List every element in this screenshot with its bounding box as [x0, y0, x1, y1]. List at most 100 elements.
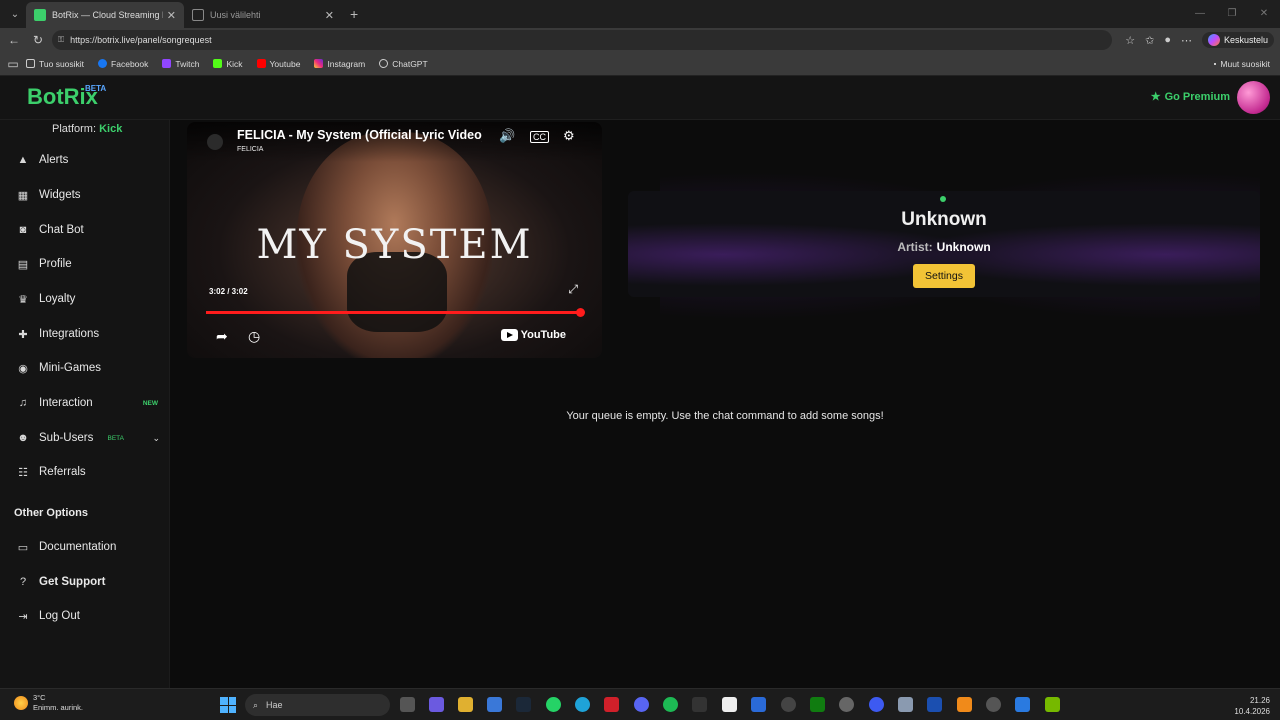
sidebar-item-widgets[interactable]: ▦ Widgets: [16, 185, 164, 205]
other-favorites[interactable]: Muut suosikit: [1214, 59, 1270, 69]
youtube-logo[interactable]: YouTube: [500, 329, 566, 341]
bookmark-facebook[interactable]: Facebook: [98, 59, 148, 69]
xbox-icon[interactable]: [810, 697, 825, 712]
clock-time: 21.26: [1249, 696, 1270, 705]
sidebar-toggle-icon[interactable]: ▭: [0, 57, 26, 71]
sidebar-item-alerts[interactable]: ▲ Alerts: [16, 150, 164, 170]
spotify-icon[interactable]: [663, 697, 678, 712]
sidebar-item-label: Widgets: [39, 189, 81, 201]
botrix-logo[interactable]: BotRix BETA: [27, 84, 106, 110]
notepad-icon[interactable]: [722, 697, 737, 712]
whatsapp-icon[interactable]: [546, 697, 561, 712]
favorites-icon[interactable]: ✩: [1145, 34, 1154, 47]
video-title[interactable]: FELICIA - My System (Official Lyric Vide…: [237, 128, 482, 142]
video-progress-bar[interactable]: [206, 308, 585, 317]
vlc-icon[interactable]: [957, 697, 972, 712]
captions-icon[interactable]: CC: [530, 131, 549, 143]
sidebar-item-integrations[interactable]: ✚ Integrations: [16, 324, 164, 344]
bookmark-label: Facebook: [111, 58, 149, 69]
sidebar-item-log-out[interactable]: ⇥ Log Out: [16, 606, 164, 626]
address-bar-row: ← ↻ ⚿ https://botrix.live/panel/songrequ…: [0, 28, 1280, 52]
bookmark-instagram[interactable]: Instagram: [314, 59, 365, 69]
restore-icon[interactable]: ❐: [1216, 0, 1248, 28]
sidebar-item-mini-games[interactable]: ◉ Mini-Games: [16, 358, 164, 378]
chevron-down-icon[interactable]: ⌄: [152, 433, 160, 444]
refresh-icon[interactable]: ↻: [26, 33, 50, 47]
window-app-icon[interactable]: [1015, 697, 1030, 712]
avatar[interactable]: [1237, 81, 1270, 114]
start-icon[interactable]: [220, 697, 236, 713]
now-playing-card: Unknown Artist: Unknown Settings: [628, 191, 1260, 297]
obs-icon[interactable]: [839, 697, 854, 712]
sidebar-item-referrals[interactable]: ☷ Referrals: [16, 462, 164, 482]
bookmark-import[interactable]: Tuo suosikit: [26, 59, 84, 69]
settings-button[interactable]: Settings: [913, 264, 975, 288]
grid-icon: ▦: [17, 189, 29, 202]
video-progress-knob[interactable]: [576, 308, 585, 317]
sidebar-item-interaction[interactable]: ♫ Interaction NEW: [16, 393, 164, 413]
help-icon: ?: [19, 576, 27, 588]
weather-widget[interactable]: 3°C Enimm. aurink.: [14, 693, 83, 713]
go-premium-button[interactable]: ★ Go Premium: [1151, 90, 1230, 104]
close-window-icon[interactable]: ✕: [1248, 0, 1280, 28]
sidebar-item-get-support[interactable]: ? Get Support: [16, 572, 164, 592]
app-l-icon[interactable]: [604, 697, 619, 712]
url-field[interactable]: ⚿ https://botrix.live/panel/songrequest: [52, 30, 1112, 50]
teams-icon[interactable]: [429, 697, 444, 712]
close-tab-icon[interactable]: ✕: [325, 9, 334, 22]
botrix-page: BotRix BETA ★ Go Premium Platform: Kick …: [0, 76, 1280, 688]
discord-icon[interactable]: [634, 697, 649, 712]
settings-gear-icon[interactable]: ⚙: [563, 128, 575, 144]
new-tab-icon[interactable]: +: [350, 6, 358, 22]
sidebar-item-chat-bot[interactable]: ◙ Chat Bot: [16, 220, 164, 240]
volume-icon[interactable]: 🔊: [499, 128, 515, 144]
more-icon[interactable]: ⋯: [1181, 34, 1192, 47]
file-explorer-icon[interactable]: [458, 697, 473, 712]
steelseries-icon[interactable]: [781, 697, 796, 712]
sidebar-item-label: Loyalty: [39, 293, 76, 305]
youtube-player[interactable]: FELICIA - My System (Official Lyric Vide…: [187, 122, 602, 358]
instagram-icon: [314, 59, 324, 68]
tab-botrix[interactable]: BotRix — Cloud Streaming Bot for ✕: [26, 2, 184, 28]
steam-icon[interactable]: [516, 697, 531, 712]
sidebar-item-sub-users[interactable]: ☻ Sub-Users BETA ⌄: [16, 428, 164, 448]
task-view-icon[interactable]: [400, 697, 415, 712]
window-controls: — ❐ ✕: [1184, 0, 1280, 28]
taskbar-search[interactable]: ⌕ Hae: [245, 694, 390, 716]
edge-icon[interactable]: [575, 697, 590, 712]
top-navbar: BotRix BETA ★ Go Premium: [0, 76, 1280, 120]
sidebar-item-profile[interactable]: ▤ Profile: [16, 254, 164, 274]
system-clock[interactable]: 21.26 10.4.2026: [1234, 695, 1270, 717]
botrix-favicon-icon: [34, 9, 46, 21]
sidebar-item-documentation[interactable]: ▭ Documentation: [16, 537, 164, 557]
fullscreen-icon[interactable]: ⤢: [568, 282, 578, 297]
app-notify-icon[interactable]: [986, 697, 1001, 712]
share-icon[interactable]: ➦: [216, 328, 228, 345]
channel-avatar[interactable]: [207, 134, 223, 150]
tab-new[interactable]: Uusi välilehti ✕: [184, 2, 342, 28]
store-icon[interactable]: [487, 697, 502, 712]
bookmark-chatgpt[interactable]: ChatGPT: [379, 59, 428, 69]
bookmark-kick[interactable]: Kick: [213, 58, 243, 69]
settings-icon[interactable]: [898, 697, 913, 712]
watch-later-icon[interactable]: ◷: [248, 328, 260, 345]
back-icon[interactable]: ←: [2, 33, 26, 47]
app-icon[interactable]: [927, 697, 942, 712]
favorite-star-icon[interactable]: ☆: [1125, 34, 1135, 47]
epic-icon[interactable]: [692, 697, 707, 712]
minimize-icon[interactable]: —: [1184, 0, 1216, 28]
tab-actions-icon[interactable]: ⌄: [4, 3, 26, 25]
nvidia-icon[interactable]: [1045, 697, 1060, 712]
bookmark-label: Youtube: [269, 58, 301, 69]
channel-name[interactable]: FELICIA: [237, 146, 263, 153]
bookmark-youtube[interactable]: Youtube: [256, 58, 301, 69]
mail-icon[interactable]: [751, 697, 766, 712]
profile-icon[interactable]: ●: [1164, 34, 1171, 46]
bookmark-label: Kick: [226, 58, 243, 69]
referral-icon: ☷: [18, 466, 28, 479]
ea-icon[interactable]: [869, 697, 884, 712]
bookmark-twitch[interactable]: Twitch: [162, 59, 199, 69]
sidebar-item-loyalty[interactable]: ♛ Loyalty: [16, 289, 164, 309]
copilot-button[interactable]: Keskustelu: [1201, 32, 1274, 48]
close-tab-icon[interactable]: ✕: [167, 9, 176, 22]
